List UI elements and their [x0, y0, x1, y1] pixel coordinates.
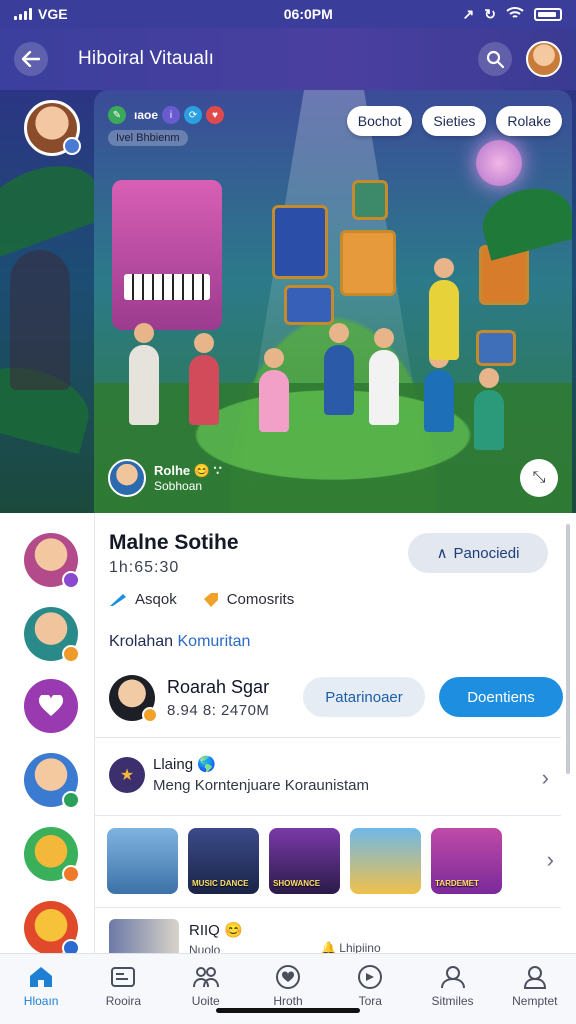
thumbnail-3[interactable]: SHOWANCE [269, 828, 340, 894]
status-bar: VGE 06:0PM ↗ ↻ [0, 0, 576, 28]
search-button[interactable] [478, 42, 512, 76]
puzzle-icon [38, 695, 64, 716]
community-panel: Malne Sotihe 1h:65:30 ∧ Panociedi Asqok … [94, 513, 576, 957]
collapse-icon: ⤡ [532, 469, 546, 486]
member-sub: 8.94 8: 2470M [167, 702, 270, 719]
member-avatar[interactable] [109, 675, 158, 723]
carrier-label: VGE [38, 6, 68, 22]
thumbnail-5[interactable]: TARDEMET [431, 828, 502, 894]
hero-banner[interactable]: ✎ ıaoe i ⟳ ♥ Ivel Bhbienm Bochot Sieties… [94, 90, 572, 513]
hero-user[interactable]: Rolhe 😊 ∵ Sobhoan [108, 459, 222, 497]
avatar-status-badge [63, 137, 81, 155]
check-icon: ∧ [436, 545, 448, 562]
chat-icon: ✎ [108, 106, 126, 124]
expand-button[interactable]: ⤡ [520, 459, 558, 497]
location-icon: ↗ [462, 5, 475, 22]
person-icon [521, 964, 549, 990]
host-avatar[interactable] [24, 100, 81, 156]
app-header: Hiboiral Vitaualı [0, 28, 576, 90]
arrow-left-icon [22, 51, 40, 67]
thumbnail-4[interactable] [350, 828, 421, 894]
battery-icon [534, 7, 562, 21]
pill-button-2[interactable]: Sieties [422, 106, 487, 136]
rail-avatar-5[interactable] [24, 827, 80, 883]
pill-button-3[interactable]: Rolake [496, 106, 562, 136]
bottom-title: RIIQ 😊 [189, 922, 243, 939]
tab-home[interactable]: Hloaın [0, 954, 82, 1024]
link-title: Llaing 🌎 [153, 756, 216, 773]
tab-people[interactable]: Uoite [165, 954, 247, 1024]
arcade-illustration [112, 180, 222, 330]
clock: 06:0PM [283, 6, 333, 22]
rail-avatar-6[interactable] [24, 901, 80, 957]
ask-action[interactable]: Asqok [109, 591, 177, 608]
section-heading: Krolahan Komuritan [109, 633, 251, 650]
scrollbar[interactable] [566, 524, 570, 774]
pill-button-1[interactable]: Bochot [346, 106, 413, 136]
chevron-right-icon[interactable]: › [547, 847, 554, 873]
rotation-icon: ↻ [484, 5, 496, 22]
tab-person[interactable]: Nemptet [494, 954, 576, 1024]
hero-user-name: Rolhe 😊 ∵ [154, 463, 222, 478]
thumbnail-1[interactable] [107, 828, 178, 894]
rail-avatar-3[interactable] [24, 679, 78, 733]
member-badge [142, 707, 158, 723]
search-icon [486, 50, 504, 68]
tag-icon [203, 592, 218, 607]
heart-icon [274, 964, 302, 990]
thumbnail-2[interactable]: MUSIC DANCE [188, 828, 259, 894]
community-title: Malne Sotihe [109, 531, 239, 554]
bottom-thumbnail [109, 919, 179, 953]
wifi-icon [506, 6, 524, 23]
info-icon: i [162, 106, 181, 124]
secondary-button[interactable]: Patarinoaer [303, 677, 425, 717]
primary-button[interactable]: Doentiens [439, 677, 563, 717]
tab-heart[interactable]: Hroth [247, 954, 329, 1024]
divider [95, 815, 561, 816]
rail-avatar-4[interactable] [24, 753, 80, 809]
divider [95, 737, 561, 738]
connected-button[interactable]: ∧ Panociedi [408, 533, 548, 573]
member-row: Roarah Sgar 8.94 8: 2470M Patarinoaer Do… [109, 671, 563, 731]
tab-profile[interactable]: Sitmiles [411, 954, 493, 1024]
chevron-right-icon: › [541, 765, 549, 790]
signal-icon [14, 8, 32, 20]
sync-icon: ⟳ [184, 106, 203, 124]
link-row[interactable]: ★ Llaing 🌎 Meng Korntenjuare Koraunistam… [109, 749, 549, 809]
heart-icon: ♥ [206, 106, 225, 124]
gallery-icon [109, 964, 137, 990]
profile-avatar[interactable] [526, 41, 562, 77]
thumbnail-strip: MUSIC DANCE SHOWANCE TARDEMET [107, 828, 502, 894]
home-icon [27, 964, 55, 990]
link-avatar: ★ [109, 757, 145, 793]
link-subtitle: Meng Korntenjuare Koraunistam [153, 777, 369, 794]
rail-avatar-1[interactable] [24, 533, 80, 589]
bottom-list-item[interactable]: RIIQ 😊 Nuolo 🔔 Lhipiino [109, 919, 559, 957]
profile-icon [439, 964, 467, 990]
community-time: 1h:65:30 [109, 559, 180, 576]
home-indicator[interactable] [216, 1008, 360, 1013]
comments-action[interactable]: Comosrits [203, 591, 294, 608]
pencil-icon [110, 593, 126, 606]
moon-illustration [476, 140, 522, 186]
page-title: Hiboiral Vitaualı [78, 48, 215, 69]
hero-subtitle: Ivel Bhbienm [108, 130, 188, 146]
divider [95, 907, 561, 908]
tab-gallery[interactable]: Rooira [82, 954, 164, 1024]
back-button[interactable] [14, 42, 48, 76]
people-icon [192, 964, 220, 990]
compass-icon [356, 964, 384, 990]
rail-avatar-2[interactable] [24, 607, 80, 663]
hero-user-sub: Sobhoan [154, 479, 203, 493]
member-name: Roarah Sgar [167, 677, 270, 697]
hero-user-avatar [108, 459, 146, 497]
community-rail [0, 513, 94, 957]
tab-compass[interactable]: Tora [329, 954, 411, 1024]
bottom-tab-bar: Hloaın Rooira Uoite Hroth Tora Sitmiles [0, 953, 576, 1024]
